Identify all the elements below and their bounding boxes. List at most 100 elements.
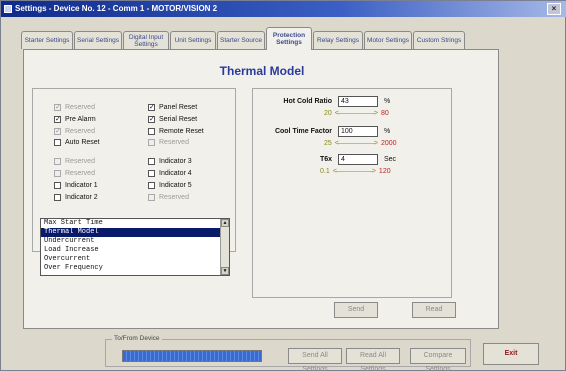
list-item[interactable]: Load Increase xyxy=(41,246,221,255)
checkbox-box xyxy=(148,157,155,165)
send-all-settings-button[interactable]: Send All Settings xyxy=(288,348,342,371)
checkbox-reserved-3: Reserved xyxy=(54,156,95,166)
checkbox-box xyxy=(148,181,155,189)
hot-cold-ratio-unit: % xyxy=(384,98,391,105)
cool-time-factor-unit: % xyxy=(384,128,391,135)
checkbox-label: Pre Alarm xyxy=(65,115,96,123)
tab-starter-settings[interactable]: Starter Settings xyxy=(21,31,73,49)
checkbox-indicator-3[interactable]: Indicator 3 xyxy=(148,156,192,166)
window-title: Settings - Device No. 12 - Comm 1 - MOTO… xyxy=(15,4,218,13)
checkbox-box xyxy=(54,157,61,165)
range-min: 20 xyxy=(324,110,332,117)
checkbox-label: Indicator 3 xyxy=(159,157,192,165)
list-item-selected[interactable]: Thermal Model xyxy=(41,228,221,237)
checkbox-panel-reset[interactable]: ✓ Panel Reset xyxy=(148,102,197,112)
transfer-label: To/From Device xyxy=(112,335,162,342)
checkbox-label: Reserved xyxy=(65,157,95,165)
checkbox-label: Auto Reset xyxy=(65,138,100,146)
progress-fill xyxy=(123,351,261,361)
checkbox-indicator-4[interactable]: Indicator 4 xyxy=(148,168,192,178)
cool-time-factor-label: Cool Time Factor xyxy=(274,128,332,135)
hot-cold-ratio-input[interactable]: 43 xyxy=(338,96,378,107)
list-item[interactable]: Undercurrent xyxy=(41,237,221,246)
checkbox-box xyxy=(54,169,61,177)
range-arrow-icon: <——————> xyxy=(332,168,376,175)
range-arrow-icon: <——————> xyxy=(334,140,378,147)
panel-title: Thermal Model xyxy=(219,64,305,78)
checkbox-indicator-1[interactable]: Indicator 1 xyxy=(54,180,98,190)
checkbox-box xyxy=(148,193,155,201)
checkbox-box xyxy=(148,169,155,177)
checkbox-box: ✓ xyxy=(54,127,61,135)
tab-motor-settings[interactable]: Motor Settings xyxy=(364,31,412,49)
range-max: 120 xyxy=(378,168,391,175)
checkbox-label: Reserved xyxy=(65,103,95,111)
close-button[interactable]: × xyxy=(547,3,561,15)
tab-serial-settings[interactable]: Serial Settings xyxy=(74,31,122,49)
settings-window: Settings - Device No. 12 - Comm 1 - MOTO… xyxy=(0,0,566,371)
checkbox-label: Serial Reset xyxy=(159,115,198,123)
tab-digital-input-settings[interactable]: Digital Input Settings xyxy=(123,31,169,49)
range-min: 0.1 xyxy=(320,168,330,175)
checkbox-pre-alarm[interactable]: ✓ Pre Alarm xyxy=(54,114,96,124)
checkbox-label: Indicator 1 xyxy=(65,181,98,189)
range-min: 25 xyxy=(324,140,332,147)
compare-settings-button[interactable]: Compare Settings xyxy=(410,348,466,371)
checkbox-reserved-2: ✓ Reserved xyxy=(54,126,95,136)
checkbox-box: ✓ xyxy=(148,103,155,111)
parameters-group xyxy=(252,88,452,298)
tab-protection-settings[interactable]: Protection Settings xyxy=(266,27,312,50)
exit-button[interactable]: Exit xyxy=(483,343,539,365)
checkbox-serial-reset[interactable]: ✓ Serial Reset xyxy=(148,114,197,124)
send-button[interactable]: Send xyxy=(334,302,378,318)
range-arrow-icon: <——————> xyxy=(334,110,378,117)
checkbox-box: ✓ xyxy=(148,115,155,123)
list-item[interactable]: Max Start Time xyxy=(41,219,221,228)
checkbox-reserved-5: Reserved xyxy=(148,137,189,147)
tab-unit-settings[interactable]: Unit Settings xyxy=(170,31,216,49)
checkbox-box xyxy=(148,127,155,135)
checkbox-auto-reset[interactable]: Auto Reset xyxy=(54,137,100,147)
protection-list[interactable]: Max Start Time Thermal Model Undercurren… xyxy=(40,218,230,276)
cool-time-factor-range: 25 <——————> 2000 xyxy=(324,140,397,147)
checkbox-label: Indicator 2 xyxy=(65,193,98,201)
hot-cold-ratio-label: Hot Cold Ratio xyxy=(283,98,332,105)
cool-time-factor-input[interactable]: 100 xyxy=(338,126,378,137)
tab-custom-strings[interactable]: Custom Strings xyxy=(413,31,465,49)
hot-cold-ratio-range: 20 <——————> 80 xyxy=(324,110,389,117)
checkbox-box xyxy=(54,138,61,146)
t6x-label: T6x xyxy=(319,156,332,163)
checkbox-box: ✓ xyxy=(54,115,61,123)
checkbox-label: Reserved xyxy=(65,127,95,135)
transfer-group: To/From Device Send All Settings Read Al… xyxy=(105,335,471,371)
checkbox-box xyxy=(148,138,155,146)
checkbox-indicator-5[interactable]: Indicator 5 xyxy=(148,180,192,190)
read-button[interactable]: Read xyxy=(412,302,456,318)
list-item[interactable]: Overcurrent xyxy=(41,255,221,264)
checkbox-label: Remote Reset xyxy=(159,127,204,135)
scroll-down-icon[interactable]: ▼ xyxy=(221,267,229,275)
tab-relay-settings[interactable]: Relay Settings xyxy=(313,31,363,49)
t6x-unit: Sec xyxy=(384,156,397,163)
list-scrollbar[interactable]: ▲ ▼ xyxy=(220,219,229,275)
scroll-up-icon[interactable]: ▲ xyxy=(221,219,229,227)
protection-panel: Thermal Model ✓ Reserved ✓ Pre Alarm ✓ Rese… xyxy=(23,49,499,329)
checkbox-remote-reset[interactable]: Remote Reset xyxy=(148,126,204,136)
tab-starter-source[interactable]: Starter Source xyxy=(217,31,265,49)
checkbox-label: Reserved xyxy=(65,169,95,177)
checkbox-reserved-6: Reserved xyxy=(148,192,189,202)
t6x-range: 0.1 <——————> 120 xyxy=(320,168,391,175)
range-max: 2000 xyxy=(380,140,397,147)
read-all-settings-button[interactable]: Read All Settings xyxy=(346,348,400,371)
title-bar[interactable]: Settings - Device No. 12 - Comm 1 - MOTO… xyxy=(1,1,566,17)
app-icon xyxy=(4,5,12,13)
checkbox-label: Panel Reset xyxy=(159,103,198,111)
checkbox-indicator-2[interactable]: Indicator 2 xyxy=(54,192,98,202)
checkbox-label: Reserved xyxy=(159,193,189,201)
checkbox-label: Indicator 5 xyxy=(159,181,192,189)
checkbox-label: Indicator 4 xyxy=(159,169,192,177)
list-item[interactable]: Over Frequency xyxy=(41,264,221,273)
checkbox-box: ✓ xyxy=(54,103,61,111)
t6x-input[interactable]: 4 xyxy=(338,154,378,165)
transfer-progress-bar xyxy=(122,350,262,362)
